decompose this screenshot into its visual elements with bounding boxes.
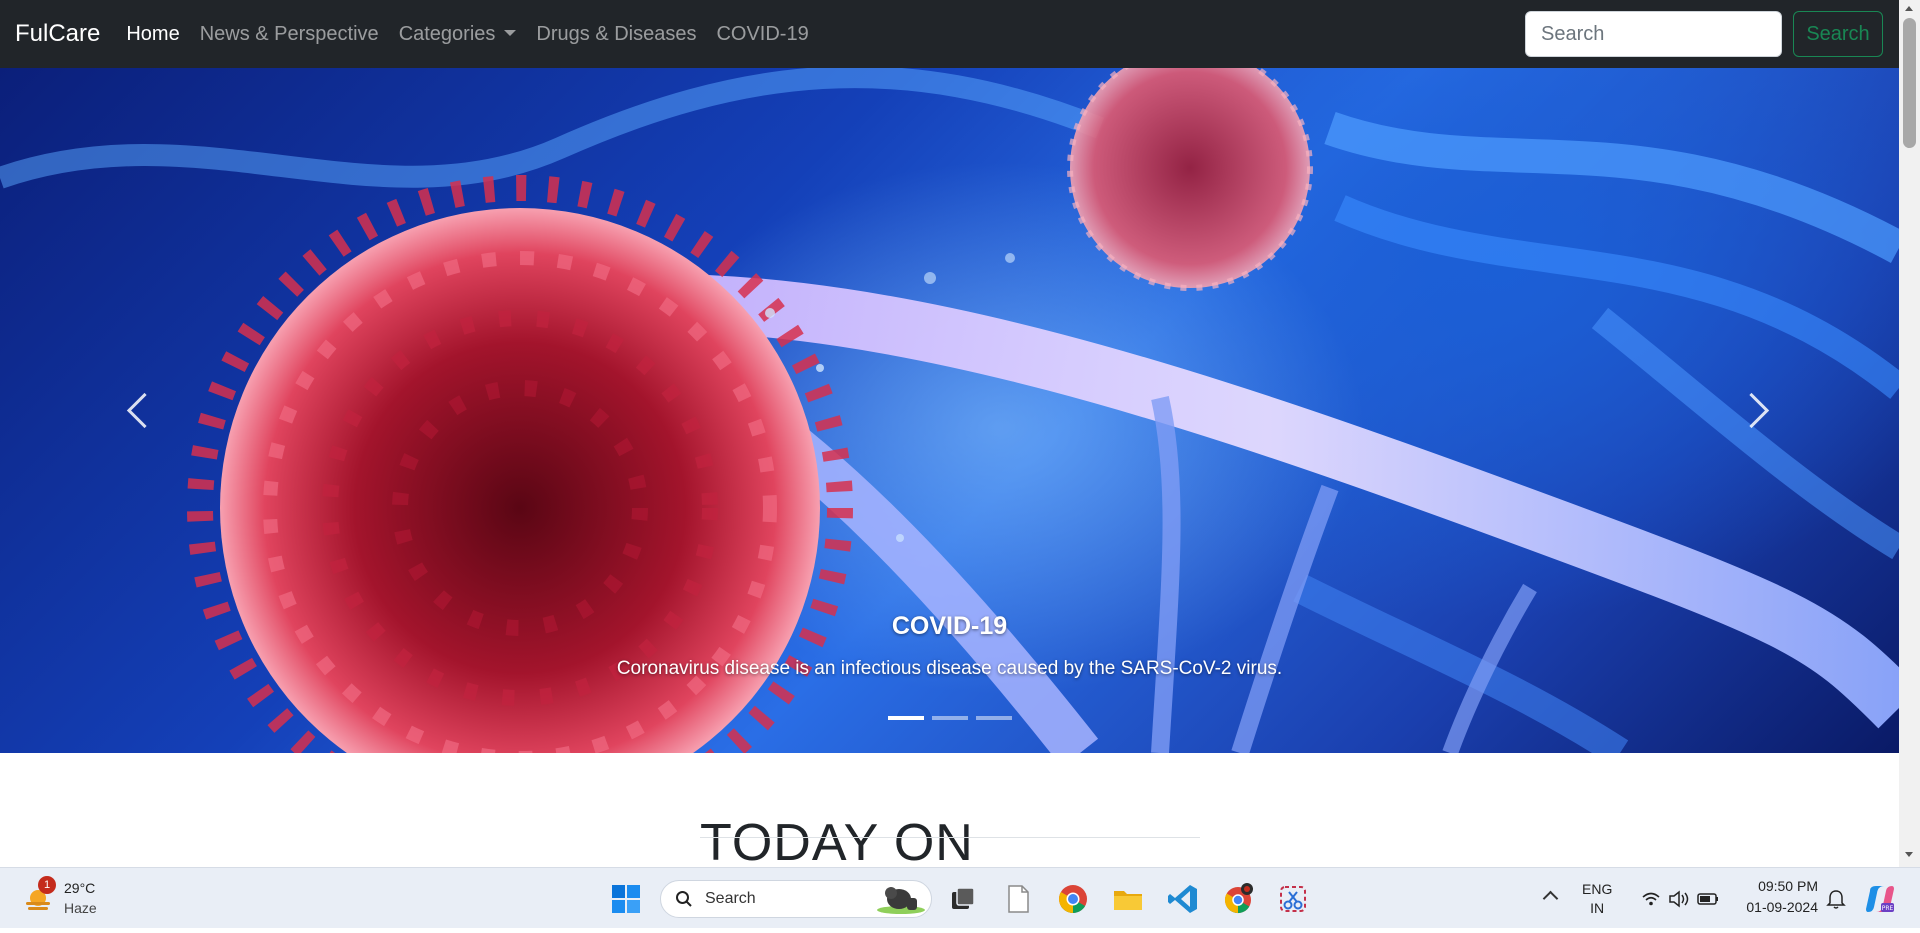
scroll-down-arrow-icon[interactable]: [1905, 852, 1913, 857]
page-scrollbar[interactable]: [1899, 0, 1920, 867]
battery-icon: [1697, 893, 1718, 905]
nav-categories-label: Categories: [398, 22, 496, 45]
notification-bell-icon[interactable]: [1826, 888, 1846, 910]
file-explorer-icon[interactable]: [1111, 882, 1145, 916]
slide-description: Coronavirus disease is an infectious dis…: [616, 658, 1283, 679]
section-divider: [700, 837, 1200, 838]
search-button[interactable]: Search: [1793, 11, 1883, 57]
vs-code-icon[interactable]: [1166, 882, 1200, 916]
volume-icon: [1669, 890, 1689, 908]
slide-title: COVID-19: [891, 612, 1008, 640]
weather-temperature[interactable]: 29°C: [64, 880, 95, 896]
taskbar-search-label: Search: [705, 890, 756, 907]
clock-time[interactable]: 09:50 PM: [1738, 878, 1818, 894]
windows-start-icon[interactable]: [611, 884, 641, 914]
clock-date[interactable]: 01-09-2024: [1738, 899, 1818, 915]
nav-covid-19[interactable]: COVID-19: [716, 23, 808, 46]
language-code: ENG: [1582, 881, 1613, 897]
system-tray-status[interactable]: [1640, 888, 1720, 910]
task-view-icon[interactable]: [946, 882, 980, 916]
weather-condition[interactable]: Haze: [64, 900, 97, 916]
nav-drugs-diseases[interactable]: Drugs & Diseases: [536, 23, 696, 46]
language-region: IN: [1590, 900, 1605, 916]
chrome-icon[interactable]: [1056, 882, 1090, 916]
svg-text:PRE: PRE: [1882, 905, 1894, 912]
carousel-next-button[interactable]: [1733, 390, 1781, 434]
caret-down-icon: [504, 29, 517, 36]
carousel-indicator-2[interactable]: [931, 716, 968, 720]
scrollbar-thumb[interactable]: [1903, 18, 1916, 148]
top-navbar: FulCare Home News & Perspective Categori…: [0, 0, 1899, 68]
chrome-profile-icon[interactable]: [1221, 882, 1255, 916]
nav-home[interactable]: Home: [126, 23, 179, 46]
search-icon: [676, 891, 692, 907]
search-input[interactable]: [1525, 11, 1782, 57]
show-hidden-icons-chevron-icon[interactable]: [1542, 890, 1559, 907]
brand-logo[interactable]: FulCare: [15, 20, 100, 48]
virus-dna-illustration: [0, 68, 1899, 753]
input-language-indicator[interactable]: ENG IN: [1582, 880, 1612, 918]
nav-news-perspective[interactable]: News & Perspective: [200, 23, 379, 46]
taskbar-search-box[interactable]: Search: [660, 880, 932, 918]
copilot-icon[interactable]: PRE: [1864, 883, 1896, 915]
gorilla-highlight-icon: [877, 887, 925, 914]
nav-categories-dropdown[interactable]: Categories: [399, 23, 517, 46]
chevron-right-icon: [1733, 392, 1770, 429]
scroll-up-arrow-icon[interactable]: [1905, 6, 1913, 11]
hero-carousel: COVID-19 Coronavirus disease is an infec…: [0, 68, 1899, 753]
wifi-icon: [1642, 892, 1660, 906]
carousel-indicator-3[interactable]: [975, 716, 1012, 720]
chevron-left-icon: [126, 392, 163, 429]
weather-notification-badge: 1: [38, 876, 56, 894]
notepad-icon[interactable]: [1001, 882, 1035, 916]
carousel-prev-button[interactable]: [118, 390, 163, 434]
windows-taskbar: 1 29°C Haze Search ENG IN 09:50 PM 01-09…: [0, 867, 1920, 928]
carousel-indicators: [0, 716, 1899, 720]
carousel-indicator-1[interactable]: [887, 716, 924, 720]
snipping-tool-icon[interactable]: [1276, 882, 1310, 916]
